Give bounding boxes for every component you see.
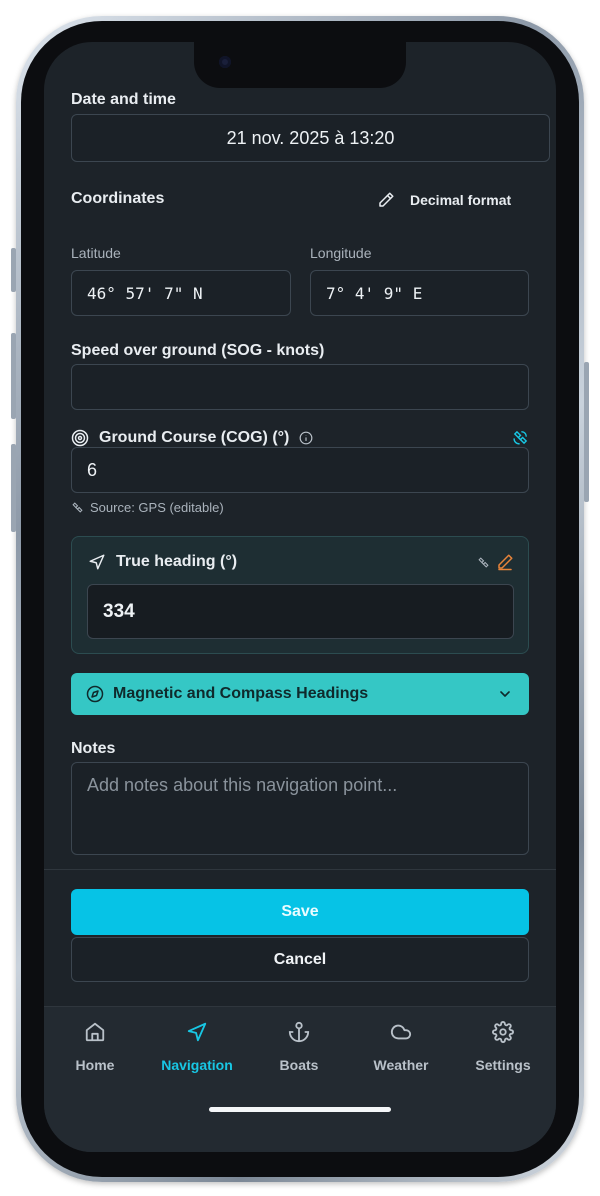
notes-label: Notes <box>71 740 116 757</box>
tab-settings-label: Settings <box>475 1057 531 1073</box>
target-icon <box>71 429 89 447</box>
sog-input[interactable] <box>71 364 529 410</box>
pencil-icon <box>377 191 395 209</box>
home-icon <box>84 1017 106 1043</box>
tab-navigation[interactable]: Navigation <box>146 1017 248 1087</box>
gear-icon <box>492 1017 514 1043</box>
date-time-label: Date and time <box>71 91 176 108</box>
true-heading-card: True heading (°) 334 <box>71 536 529 654</box>
satellite-icon[interactable] <box>512 429 529 446</box>
cancel-button[interactable]: Cancel <box>71 937 529 982</box>
cancel-label: Cancel <box>273 950 327 968</box>
tab-weather[interactable]: Weather <box>350 1017 452 1087</box>
longitude-value: 7° 4' 9" E <box>326 283 423 303</box>
date-time-value: 21 nov. 2025 à 13:20 <box>226 127 395 148</box>
tab-home[interactable]: Home <box>44 1017 146 1087</box>
latitude-label: Latitude <box>71 245 121 261</box>
anchor-icon <box>288 1017 310 1043</box>
satellite-icon[interactable] <box>477 556 490 569</box>
longitude-input[interactable]: 7° 4' 9" E <box>310 270 529 316</box>
satellite-small-icon <box>71 501 84 514</box>
notes-textarea[interactable]: Add notes about this navigation point... <box>71 762 529 855</box>
volume-down-button <box>11 444 16 532</box>
decimal-format-label: Decimal format <box>410 192 512 208</box>
divider <box>44 869 556 870</box>
decimal-format-button[interactable]: Decimal format <box>377 191 511 209</box>
cloud-icon <box>390 1017 412 1043</box>
coordinates-label: Coordinates <box>71 190 165 207</box>
edit-pencil-icon[interactable] <box>496 553 514 571</box>
power-button <box>584 362 589 502</box>
tab-weather-label: Weather <box>373 1057 429 1073</box>
navigation-arrow-icon <box>186 1017 208 1043</box>
true-heading-header: True heading (°) <box>88 553 237 571</box>
tab-bar: Home Navigation Boats Weather Settings <box>44 1006 556 1152</box>
magnetic-headings-accordion[interactable]: Magnetic and Compass Headings <box>71 673 529 715</box>
app-screen: Date and time 21 nov. 2025 à 13:20 Coord… <box>44 42 556 1152</box>
home-indicator[interactable] <box>209 1107 391 1112</box>
front-camera <box>219 56 231 68</box>
navigation-arrow-icon <box>88 553 106 571</box>
chevron-down-icon <box>497 686 513 702</box>
cog-label: Ground Course (COG) (°) <box>99 429 290 446</box>
date-time-field[interactable]: 21 nov. 2025 à 13:20 <box>71 114 550 162</box>
magnetic-headings-label: Magnetic and Compass Headings <box>113 685 369 702</box>
cog-source-text: Source: GPS (editable) <box>90 500 224 515</box>
tab-boats[interactable]: Boats <box>248 1017 350 1087</box>
latitude-input[interactable]: 46° 57' 7" N <box>71 270 291 316</box>
compass-icon <box>86 685 104 703</box>
save-button[interactable]: Save <box>71 889 529 935</box>
tab-home-label: Home <box>75 1057 115 1073</box>
longitude-label: Longitude <box>310 245 372 261</box>
tab-settings[interactable]: Settings <box>452 1017 554 1087</box>
sog-label: Speed over ground (SOG - knots) <box>71 342 325 359</box>
save-label: Save <box>281 903 319 920</box>
info-icon[interactable] <box>299 431 313 445</box>
notes-placeholder: Add notes about this navigation point... <box>87 775 398 795</box>
volume-up-button <box>11 333 16 419</box>
latitude-value: 46° 57' 7" N <box>87 283 203 303</box>
tab-navigation-label: Navigation <box>161 1057 233 1073</box>
true-heading-value: 334 <box>103 600 135 622</box>
true-heading-input[interactable]: 334 <box>87 584 514 639</box>
cog-input[interactable]: 6 <box>71 447 529 493</box>
cog-header: Ground Course (COG) (°) <box>71 429 313 447</box>
cog-value: 6 <box>87 459 98 480</box>
cog-source: Source: GPS (editable) <box>71 500 224 515</box>
true-heading-label: True heading (°) <box>116 553 238 570</box>
tab-boats-label: Boats <box>279 1057 319 1073</box>
side-button <box>11 248 16 292</box>
